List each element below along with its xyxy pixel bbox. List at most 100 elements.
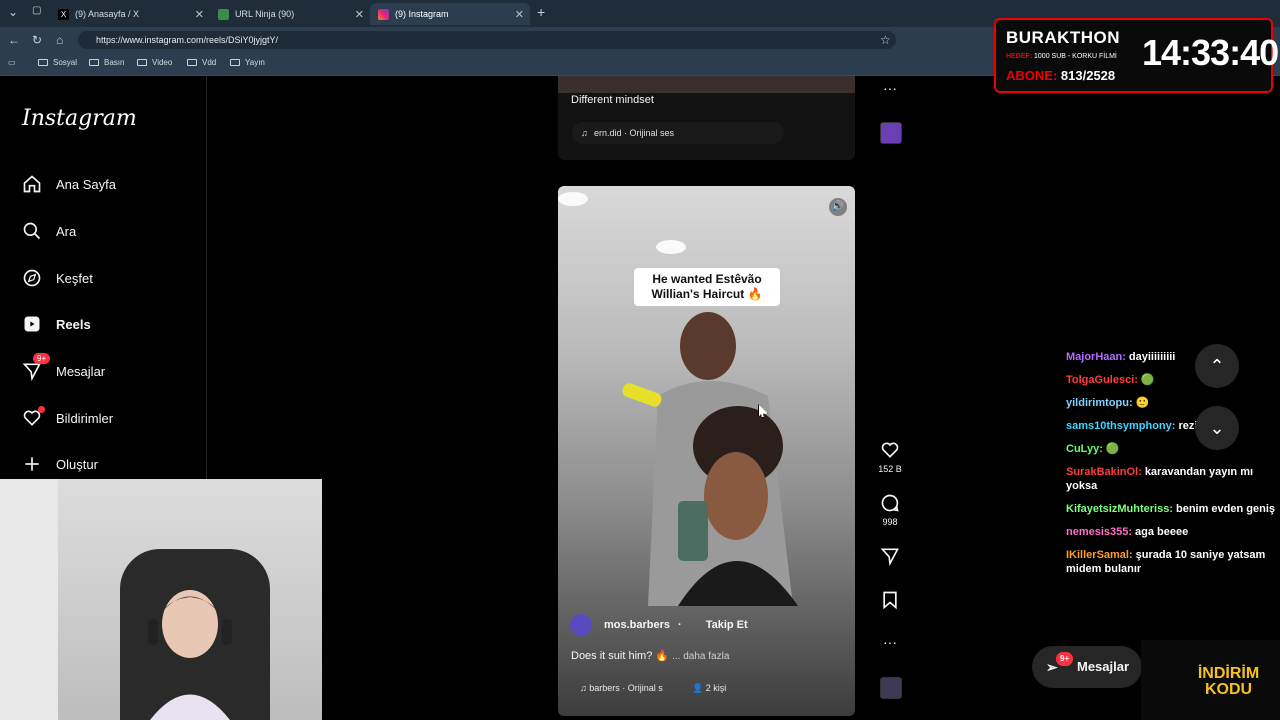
instagram-logo[interactable]: Instagram [22,106,137,131]
bookmark-yayin[interactable]: Yayın [230,58,265,67]
chat-text: 🟢 [1140,374,1155,386]
bookmark-video[interactable]: Video [137,58,172,67]
folder-icon [38,59,48,66]
messages-button[interactable]: ➢ 9+ Mesajlar [1032,646,1142,688]
tab-x[interactable]: X (9) Anasayfa / X ✕ [50,3,210,25]
folder-icon [187,59,197,66]
tab-instagram[interactable]: (9) Instagram ✕ [370,3,530,25]
sidebar-item-label: Bildirimler [56,410,114,426]
chat-message: yildirimtopu: 🙂 [1066,396,1276,410]
folder-icon [137,59,147,66]
folder-icon [89,59,99,66]
messages-label: Mesajlar [1077,659,1130,674]
sidebar-item-label: Ana Sayfa [56,176,116,192]
close-tab-icon[interactable]: ✕ [515,8,524,21]
sidebar-item-label: Reels [56,316,91,332]
comment-button[interactable]: 998 [878,493,902,527]
url-input[interactable]: https://www.instagram.com/reels/DSiY0jyj… [78,31,896,49]
bookmark-label: Sosyal [53,58,78,67]
sidebar-item-reels[interactable]: Reels [22,314,91,334]
chat-text: 🟢 [1105,443,1120,455]
x-logo-icon: X [58,8,69,20]
music-note-icon: ♫ [580,683,590,693]
back-icon[interactable]: ← [8,33,20,47]
tab-url-ninja[interactable]: URL Ninja (90) ✕ [210,3,370,25]
reading-list-icon[interactable]: ▭ [8,58,16,67]
chat-username: sams10thsymphony: [1066,420,1176,432]
bookmark-vdd[interactable]: Vdd [187,58,216,67]
search-icon [23,222,41,240]
save-button[interactable] [878,590,902,614]
speaker-icon[interactable]: 🔊 [829,198,847,216]
audio-label-row[interactable]: ♫ barbers · Orijinal s [580,683,663,693]
sidebar-item-notifications[interactable]: Bildirimler [22,406,114,428]
close-tab-icon[interactable]: ✕ [195,8,204,21]
bookmark-label: Vdd [202,58,217,67]
bookmark-basin[interactable]: Basın [89,58,124,67]
reel-caption: Does it suit him? 🔥 ... daha fazla [571,649,729,662]
messages-badge: 9+ [1056,652,1074,666]
sidebar-item-label: Oluştur [56,456,98,472]
like-count: 152 B [878,464,902,474]
tab-list-icon[interactable]: ⌄ [8,5,18,19]
refresh-icon[interactable]: ↻ [32,33,42,47]
sidebar-item-home[interactable]: Ana Sayfa [22,174,116,194]
close-tab-icon[interactable]: ✕ [355,8,364,21]
scroll-down-button[interactable]: ⌄ [1195,406,1239,450]
abone-label: ABONE: [1006,68,1058,83]
music-note-icon: ♫ [581,128,588,138]
messenger-icon [22,363,41,381]
workspaces-icon[interactable]: ▢ [32,5,41,16]
stream-chat: MajorHaan: dayiiiiiiiii TolgaGulesci: 🟢 yild… [1066,350,1276,585]
more-options-icon[interactable]: ··· [878,634,902,650]
sidebar-item-search[interactable]: Ara [22,221,76,241]
home-browser-icon[interactable]: ⌂ [56,33,63,47]
more-options-icon[interactable]: ··· [878,80,902,96]
tab-label: (9) Anasayfa / X [75,9,140,19]
new-tab-icon[interactable]: + [537,4,545,20]
people-count: 2 kişi [705,683,727,693]
goal-text: 1000 SUB - KORKU FİLMİ [1034,53,1117,60]
chat-username: CuLyy: [1066,443,1103,455]
audio-label: barbers · Orijinal s [589,683,663,693]
more-link[interactable]: ... daha fazla [672,651,729,662]
sidebar-item-label: Keşfet [56,270,93,286]
webcam-overlay [0,479,322,720]
scroll-up-button[interactable]: ⌃ [1195,344,1239,388]
sidebar-item-label: Mesajlar [56,363,106,379]
sidebar-item-explore[interactable]: Keşfet [22,268,93,288]
author-name[interactable]: mos.barbers [604,619,670,631]
share-button[interactable] [878,546,902,570]
folder-icon [230,59,240,66]
messenger-icon: ➢ [1046,659,1058,675]
ceiling-light [558,192,588,206]
chat-username: IKillerSamal: [1066,549,1133,561]
bookmark-sosyal[interactable]: Sosyal [38,58,77,67]
audio-thumbnail[interactable] [880,677,902,699]
abone-value: 813/2528 [1060,68,1116,83]
avatar[interactable] [570,614,592,636]
bookmark-label: Basın [104,58,125,67]
reels-icon [24,316,40,332]
tagged-people[interactable]: 👤 2 kişi [692,683,726,694]
stream-subscribers: ABONE: 813/2528 [1006,68,1115,83]
streamer-figure [148,590,232,720]
reel-previous[interactable]: Different mindset ♫ ern.did · Orijinal s… [558,76,855,160]
comment-icon [881,494,899,512]
like-button[interactable]: 152 B [878,440,902,474]
reel-video-frame [622,312,798,606]
reel-current[interactable]: He wanted Estêvão Willian's Haircut 🔥 🔊 … [558,186,855,716]
sidebar-item-label: Ara [56,223,77,239]
sidebar-item-messages[interactable]: 9+ Mesajlar [22,353,106,381]
sidebar-item-create[interactable]: Oluştur [22,454,98,474]
follow-button[interactable]: Takip Et [706,619,748,631]
audio-thumbnail[interactable] [880,122,902,144]
author-row: mos.barbers · Takip Et [570,614,748,636]
favorite-star-icon[interactable]: ☆ [880,33,891,47]
tab-label: URL Ninja (90) [235,9,295,19]
heart-icon [881,442,899,458]
chat-username: KifayetsizMuhteriss: [1066,503,1173,515]
audio-pill[interactable]: ♫ ern.did · Orijinal ses [572,122,784,144]
bookmark-label: Video [152,58,173,67]
stream-clock: 14:33:40 [1142,32,1279,73]
